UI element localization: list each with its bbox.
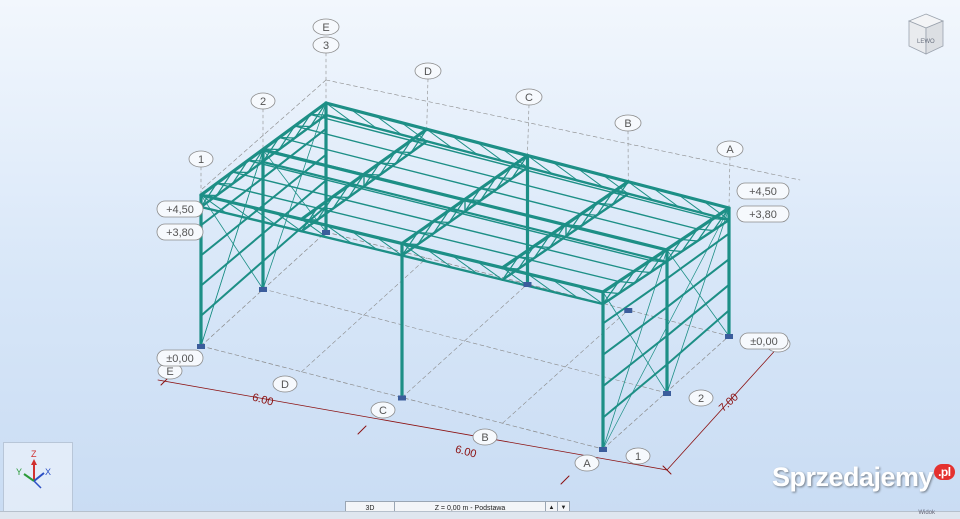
purlin — [248, 161, 650, 261]
svg-text:1: 1 — [635, 451, 641, 463]
watermark-logo: Sprzedajemy.pl — [772, 462, 955, 493]
purlin — [217, 184, 619, 282]
svg-text:2: 2 — [698, 393, 704, 405]
grid-bubble-B-front[interactable]: B — [473, 429, 497, 445]
support-node — [599, 447, 607, 452]
purlin — [232, 172, 634, 271]
grid-bubble-C-back[interactable]: C — [516, 89, 542, 105]
svg-text:6.00: 6.00 — [251, 392, 275, 409]
svg-text:3: 3 — [323, 40, 329, 52]
steel-frame[interactable] — [201, 103, 729, 449]
status-text: Widok — [918, 510, 935, 516]
axes-triad: Z X Y — [3, 442, 73, 514]
level-label-left-top[interactable]: +4,50 — [157, 201, 203, 217]
support-node — [322, 230, 330, 235]
svg-text:B: B — [624, 118, 631, 130]
svg-text:+4,50: +4,50 — [166, 204, 194, 216]
support-node — [725, 334, 733, 339]
grid-bubble-C-front[interactable]: C — [371, 402, 395, 418]
support-node — [524, 282, 532, 287]
svg-text:2: 2 — [260, 96, 266, 108]
support-node — [197, 344, 205, 349]
grid-bubble-E-back[interactable]: E — [313, 19, 339, 35]
axis-y-label: Y — [16, 467, 22, 477]
svg-text:±0,00: ±0,00 — [166, 353, 193, 365]
svg-text:C: C — [525, 92, 533, 104]
purlin — [295, 126, 698, 229]
svg-text:C: C — [379, 405, 387, 417]
svg-text:6.00: 6.00 — [454, 444, 478, 461]
grid-bubble-A-back[interactable]: A — [717, 141, 743, 157]
girt — [201, 233, 263, 285]
dimension-width: 7.00 — [717, 391, 741, 414]
dimension-lines — [158, 341, 784, 484]
level-label-right-mid[interactable]: +3,80 — [737, 206, 789, 222]
svg-text:LEWO: LEWO — [917, 39, 935, 45]
support-node — [259, 287, 267, 292]
svg-text:B: B — [481, 432, 488, 444]
svg-text:D: D — [281, 379, 289, 391]
brace — [603, 208, 729, 449]
support-node — [624, 308, 632, 313]
svg-text:E: E — [166, 366, 173, 378]
dimension-span-1: 6.00 — [251, 392, 275, 409]
svg-text:+3,80: +3,80 — [749, 209, 777, 221]
support-node — [398, 396, 406, 401]
svg-text:±0,00: ±0,00 — [750, 336, 777, 348]
grid-bubble-2-back[interactable]: 2 — [251, 93, 275, 109]
grid-bubble-3-back[interactable]: 3 — [313, 37, 339, 53]
structure-model[interactable]: E 3 D C B A 2 1 — [0, 0, 960, 518]
support-node — [663, 391, 671, 396]
grid-bubble-D-back[interactable]: D — [415, 63, 441, 79]
axis-x-label: X — [45, 467, 51, 477]
girt — [603, 307, 667, 355]
girt — [201, 261, 263, 316]
dimension-span-2: 6.00 — [454, 444, 478, 461]
purlin — [310, 115, 713, 219]
svg-text:A: A — [583, 458, 591, 470]
grid-bubble-1-back[interactable]: 1 — [189, 151, 213, 167]
svg-text:+4,50: +4,50 — [749, 186, 777, 198]
svg-text:+3,80: +3,80 — [166, 227, 194, 239]
girt — [667, 310, 729, 364]
level-label-right-top[interactable]: +4,50 — [737, 183, 789, 199]
grid-bubble-D-front[interactable]: D — [273, 376, 297, 392]
viewport-3d[interactable]: E 3 D C B A 2 1 — [0, 0, 960, 518]
svg-text:D: D — [424, 66, 432, 78]
grid-bubble-2-front[interactable]: 2 — [689, 390, 713, 406]
level-label-right-base[interactable]: ±0,00 — [740, 333, 788, 349]
svg-text:A: A — [726, 144, 734, 156]
girt — [603, 336, 667, 386]
supports — [197, 230, 733, 452]
grid-bubble-A-front[interactable]: A — [575, 455, 599, 471]
view-cube[interactable]: LEWO — [905, 12, 947, 58]
axis-z-label: Z — [31, 449, 37, 459]
level-label-left-mid[interactable]: +3,80 — [157, 224, 203, 240]
svg-text:7.00: 7.00 — [717, 391, 741, 414]
svg-text:E: E — [322, 22, 329, 34]
level-label-left-base[interactable]: ±0,00 — [157, 350, 203, 366]
grid-bubble-B-back[interactable]: B — [615, 115, 641, 131]
grid-bubble-1-front[interactable]: 1 — [626, 448, 650, 464]
girt — [603, 364, 667, 417]
svg-text:1: 1 — [198, 154, 204, 166]
